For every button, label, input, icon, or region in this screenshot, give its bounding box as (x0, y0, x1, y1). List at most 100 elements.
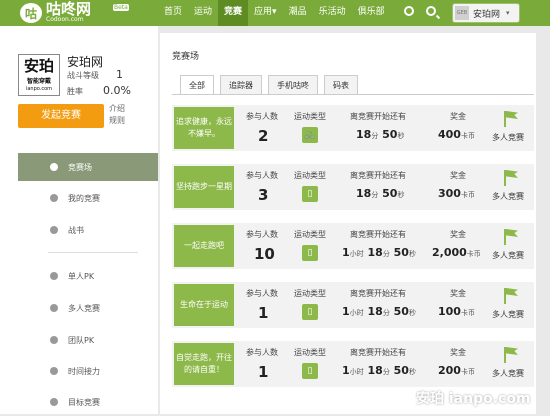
countdown-minutes: 18 (367, 246, 383, 259)
prize-label: 奖金 (450, 230, 466, 239)
prize-unit: 卡币 (460, 132, 475, 140)
countdown-hours: 1 (342, 246, 350, 259)
countdown-seconds: 50 (382, 187, 398, 200)
competition-card[interactable]: 一起走跑吧 参与人数 10 运动类型 ▯ 离竞赛开始还有 1小时 18分 50秒… (172, 223, 534, 269)
bike-icon: 🚲 (302, 127, 318, 143)
page-title: 竞赛场 (172, 52, 200, 62)
intro-rules-link[interactable]: 介绍 规则 (109, 103, 125, 127)
notification-icon[interactable] (404, 6, 414, 16)
prize-unit: 卡币 (460, 191, 475, 199)
hour-unit: 小时 (349, 250, 364, 258)
nav-sport[interactable]: 运动 (188, 0, 218, 26)
countdown-value: 1小时 18分 50秒 (342, 246, 416, 259)
site-logo[interactable]: 咕 咕咚网 Codoon.com Beta (20, 2, 129, 24)
flag-icon (502, 345, 522, 363)
top-icons (404, 6, 436, 16)
card-banner: 自觉走跑，开往的请自重！ (174, 343, 234, 385)
flag-icon (502, 109, 522, 127)
countdown-seconds: 50 (393, 364, 409, 377)
participants-count: 3 (258, 186, 269, 204)
search-icon[interactable] (426, 6, 436, 16)
countdown-label: 离竞赛开始还有 (350, 230, 406, 239)
countdown-hours: 1 (342, 305, 350, 318)
arena-icon (50, 163, 58, 171)
top-navigation-bar: 咕 咕咚网 Codoon.com Beta 首页 运动 竞赛 应用▾ 潮品 乐活… (0, 0, 550, 26)
prize-amount: 100 (438, 305, 461, 318)
phone-icon: ▯ (302, 304, 318, 320)
profile-name[interactable]: 安珀网 (67, 53, 103, 70)
prize-label: 奖金 (450, 112, 466, 121)
competition-card[interactable]: 生命在于运动 参与人数 1 运动类型 ▯ 离竞赛开始还有 1小时 18分 50秒… (172, 282, 534, 328)
winrate-label: 胜率 (67, 87, 83, 96)
prize-unit: 卡币 (460, 309, 475, 317)
sidebar-item-multi-competition[interactable]: 多人竞赛 (18, 294, 158, 322)
competition-card[interactable]: 自觉走跑，开往的请自重！ 参与人数 1 运动类型 ▯ 离竞赛开始还有 1小时 1… (172, 341, 534, 387)
person-icon (50, 272, 58, 280)
group-icon (50, 304, 58, 312)
countdown-label: 离竞赛开始还有 (350, 171, 406, 180)
sport-type-label: 运动类型 (294, 289, 326, 298)
sidebar-item-challenges[interactable]: 战书 (18, 216, 158, 244)
sidebar-item-label: 多人竞赛 (68, 303, 100, 313)
sidebar-item-goal-competition[interactable]: 目标竞赛 (18, 388, 158, 416)
nav-trends[interactable]: 潮品 (283, 0, 313, 26)
tab-tracker[interactable]: 追踪器 (220, 75, 262, 95)
countdown-hours: 1 (342, 364, 350, 377)
nav-clubs[interactable]: 俱乐部 (352, 0, 391, 26)
nav-activities[interactable]: 乐活动 (313, 0, 352, 26)
sidebar-item-label: 目标竞赛 (68, 397, 100, 407)
prize-value: 400卡币 (438, 128, 475, 141)
tab-phone-codoon[interactable]: 手机咕咚 (268, 75, 318, 95)
nav-home[interactable]: 首页 (158, 0, 188, 26)
second-unit: 秒 (397, 132, 405, 140)
sidebar-item-arena[interactable]: 竞赛场 (18, 153, 158, 181)
level-label: 战斗等级 (67, 71, 99, 80)
sidebar-item-label: 团队PK (68, 335, 95, 345)
avatar-logo-text: 安珀 (23, 57, 54, 75)
sidebar-item-single-pk[interactable]: 单人PK (18, 262, 158, 290)
sidebar-item-label: 单人PK (68, 271, 95, 281)
countdown-value: 18分 50秒 (356, 187, 404, 200)
profile-avatar[interactable]: 安珀 智能穿戴 ianpo.com (18, 54, 60, 96)
nav-apps[interactable]: 应用▾ (248, 0, 283, 26)
countdown-value: 1小时 18分 50秒 (342, 364, 416, 377)
sidebar-item-my-competitions[interactable]: 我的竞赛 (18, 184, 158, 212)
minute-unit: 分 (371, 191, 379, 199)
tab-all[interactable]: 全部 (180, 75, 214, 95)
hour-unit: 小时 (349, 368, 364, 376)
winrate-value: 0.0% (103, 84, 131, 97)
tab-bike-computer[interactable]: 码表 (324, 75, 358, 95)
prize-value: 300卡币 (438, 187, 475, 200)
team-icon (50, 336, 58, 344)
countdown-seconds: 50 (393, 305, 409, 318)
card-banner: 坚持跑步一星期 (174, 166, 234, 208)
user-menu[interactable]: GEB 安珀网 ▾ (452, 3, 520, 23)
countdown-label: 离竞赛开始还有 (350, 348, 406, 357)
intro-link[interactable]: 介绍 (109, 103, 125, 115)
avatar-logo-sub: 智能穿戴 (26, 78, 51, 85)
target-icon (50, 398, 58, 406)
main-nav: 首页 运动 竞赛 应用▾ 潮品 乐活动 俱乐部 (158, 0, 391, 26)
countdown-value: 1小时 18分 50秒 (342, 305, 416, 318)
main-panel: 竞赛场 全部 追踪器 手机咕咚 码表 追求健康，永远不嫌早。 参与人数 2 运动… (160, 33, 536, 414)
countdown-seconds: 50 (382, 128, 398, 141)
competition-card[interactable]: 坚持跑步一星期 参与人数 3 运动类型 ▯ 离竞赛开始还有 18分 50秒 奖金… (172, 164, 534, 210)
prize-unit: 卡币 (466, 250, 481, 258)
mode-label: 多人竞赛 (492, 251, 524, 260)
countdown-label: 离竞赛开始还有 (350, 112, 406, 121)
book-icon (50, 226, 58, 234)
prize-value: 200卡币 (438, 364, 475, 377)
nav-competition[interactable]: 竞赛 (218, 0, 249, 26)
competition-card[interactable]: 追求健康，永远不嫌早。 参与人数 2 运动类型 🚲 离竞赛开始还有 18分 50… (172, 105, 534, 151)
prize-amount: 400 (438, 128, 461, 141)
participants-label: 参与人数 (246, 348, 278, 357)
star-icon (50, 194, 58, 202)
sport-type-label: 运动类型 (294, 348, 326, 357)
countdown-value: 18分 50秒 (356, 128, 404, 141)
logo-mark: 咕 (20, 3, 42, 23)
sidebar-item-time-relay[interactable]: 时间接力 (18, 357, 158, 385)
avatar-logo-domain: ianpo.com (25, 86, 53, 92)
launch-competition-button[interactable]: 发起竞赛 (18, 104, 104, 128)
sidebar-item-team-pk[interactable]: 团队PK (18, 326, 158, 354)
rules-link[interactable]: 规则 (109, 115, 125, 127)
